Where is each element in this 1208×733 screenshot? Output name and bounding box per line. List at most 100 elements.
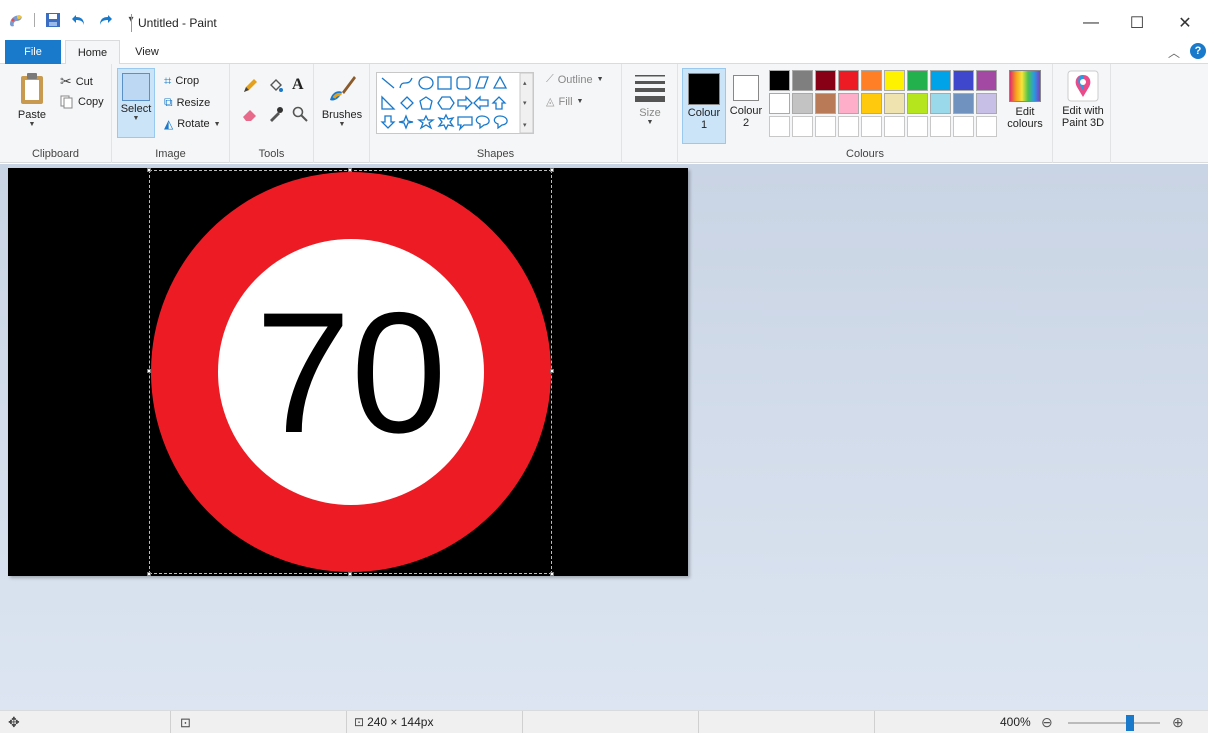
brushes-dropdown-icon[interactable]: ▼: [320, 121, 364, 128]
status-divider: [170, 711, 171, 733]
custom-colour-slot[interactable]: [953, 116, 974, 137]
selection-rectangle[interactable]: [147, 168, 554, 576]
fill-button[interactable]: ◬ Fill ▼: [546, 95, 584, 109]
custom-colour-slot[interactable]: [838, 116, 859, 137]
status-bar: ✥ ⊡ ⊡ 240 × 144px 400% ⊖ ⊕: [0, 710, 1208, 733]
clipboard-group-label: Clipboard: [31, 148, 80, 160]
palette-colour-swatch[interactable]: [861, 70, 882, 91]
size-dropdown-icon[interactable]: ▼: [628, 119, 672, 126]
ribbon-tabs: File Home View: [0, 40, 1208, 65]
colour-spectrum-icon: [1009, 70, 1041, 102]
palette-colour-swatch[interactable]: [884, 93, 905, 114]
palette-colour-swatch[interactable]: [884, 70, 905, 91]
colour-2-button[interactable]: Colour 2: [726, 68, 766, 144]
colour-picker-icon[interactable]: [268, 106, 284, 122]
outline-dropdown-icon[interactable]: ▼: [597, 76, 604, 83]
fill-bucket-icon[interactable]: [268, 78, 284, 94]
shapes-group-label: Shapes: [476, 148, 515, 160]
select-button[interactable]: Select ▼: [117, 68, 155, 138]
eraser-icon[interactable]: [242, 106, 258, 122]
crop-icon: ⌗: [164, 73, 172, 88]
text-tool-icon[interactable]: A: [292, 76, 304, 94]
colour-1-button[interactable]: Colour 1: [682, 68, 726, 144]
custom-colour-slot[interactable]: [792, 116, 813, 137]
help-icon[interactable]: ?: [1190, 43, 1206, 59]
resize-button[interactable]: ⧉ Resize: [164, 95, 210, 110]
zoom-slider[interactable]: [1068, 711, 1160, 733]
palette-colour-swatch[interactable]: [930, 70, 951, 91]
zoom-out-icon[interactable]: ⊖: [1041, 711, 1053, 733]
palette-colour-swatch[interactable]: [953, 70, 974, 91]
paste-dropdown-icon[interactable]: ▼: [14, 121, 50, 128]
zoom-slider-thumb[interactable]: [1126, 715, 1134, 731]
custom-colour-slot[interactable]: [930, 116, 951, 137]
outline-icon: ⟋: [546, 73, 554, 85]
edit-colours-button[interactable]: Edit colours: [1004, 70, 1046, 130]
rotate-button[interactable]: ◭ Rotate ▼: [164, 117, 221, 131]
rotate-dropdown-icon[interactable]: ▼: [214, 121, 221, 128]
palette-colour-swatch[interactable]: [769, 70, 790, 91]
crop-button[interactable]: ⌗ Crop: [164, 73, 199, 89]
clipboard-group: Paste ▼ ✂ Cut Copy Clipboard: [0, 64, 112, 163]
outline-button[interactable]: ⟋ Outline ▼: [546, 73, 604, 86]
palette-colour-swatch[interactable]: [838, 70, 859, 91]
maximize-button[interactable]: ☐: [1114, 8, 1160, 38]
title-separator: [131, 14, 132, 32]
ribbon: Paste ▼ ✂ Cut Copy Clipboard Select ▼ ⌗ …: [0, 64, 1208, 163]
tab-file[interactable]: File: [5, 40, 61, 64]
palette-colour-swatch[interactable]: [769, 93, 790, 114]
size-button[interactable]: Size ▼: [628, 72, 672, 126]
palette-colour-swatch[interactable]: [907, 93, 928, 114]
redo-icon[interactable]: [97, 12, 113, 28]
status-divider: [346, 711, 347, 733]
edit-with-paint3d-button[interactable]: Edit with Paint 3D: [1057, 70, 1109, 129]
palette-colour-swatch[interactable]: [976, 93, 997, 114]
palette-colour-swatch[interactable]: [815, 70, 836, 91]
palette-colour-swatch[interactable]: [815, 93, 836, 114]
pencil-icon[interactable]: [242, 78, 258, 94]
selection-handle[interactable]: [147, 369, 151, 373]
selection-handle[interactable]: [550, 168, 554, 172]
palette-colour-swatch[interactable]: [861, 93, 882, 114]
title-bar: ▾ Untitled - Paint — ☐ ✕: [0, 0, 1208, 40]
selection-handle[interactable]: [550, 572, 554, 576]
selection-handle[interactable]: [147, 168, 151, 172]
palette-colour-swatch[interactable]: [930, 93, 951, 114]
custom-colour-slot[interactable]: [907, 116, 928, 137]
palette-colour-swatch[interactable]: [976, 70, 997, 91]
undo-icon[interactable]: [71, 12, 87, 28]
save-icon[interactable]: [45, 12, 61, 28]
custom-colour-slot[interactable]: [815, 116, 836, 137]
palette-colour-swatch[interactable]: [953, 93, 974, 114]
custom-colour-slot[interactable]: [976, 116, 997, 137]
zoom-in-icon[interactable]: ⊕: [1172, 711, 1184, 733]
tab-view[interactable]: View: [124, 40, 170, 64]
selection-handle[interactable]: [147, 572, 151, 576]
custom-colour-slot[interactable]: [769, 116, 790, 137]
collapse-ribbon-icon[interactable]: ︿: [1168, 44, 1180, 61]
magnifier-icon[interactable]: [292, 106, 308, 122]
tab-home[interactable]: Home: [65, 40, 120, 65]
close-button[interactable]: ✕: [1162, 8, 1208, 38]
brushes-button[interactable]: Brushes ▼: [320, 72, 364, 128]
select-dropdown-icon[interactable]: ▼: [118, 115, 154, 122]
custom-colour-slot[interactable]: [861, 116, 882, 137]
minimize-button[interactable]: —: [1068, 8, 1114, 38]
fill-dropdown-icon[interactable]: ▼: [577, 98, 584, 105]
cut-button[interactable]: ✂ Cut: [60, 73, 93, 90]
palette-colour-swatch[interactable]: [838, 93, 859, 114]
paint-app-icon[interactable]: [8, 12, 24, 28]
selection-handle[interactable]: [550, 369, 554, 373]
status-divider: [698, 711, 699, 733]
shapes-gallery[interactable]: ▴ ▾ ▾: [376, 72, 534, 134]
palette-colour-swatch[interactable]: [792, 93, 813, 114]
rotate-icon: ◭: [164, 117, 174, 131]
palette-colour-swatch[interactable]: [792, 70, 813, 91]
paste-button[interactable]: Paste ▼: [14, 72, 50, 128]
selection-handle[interactable]: [348, 168, 352, 172]
custom-colour-slot[interactable]: [884, 116, 905, 137]
copy-button[interactable]: Copy: [60, 95, 104, 109]
palette-colour-swatch[interactable]: [907, 70, 928, 91]
selection-handle[interactable]: [348, 572, 352, 576]
resize-icon: ⧉: [164, 95, 173, 109]
